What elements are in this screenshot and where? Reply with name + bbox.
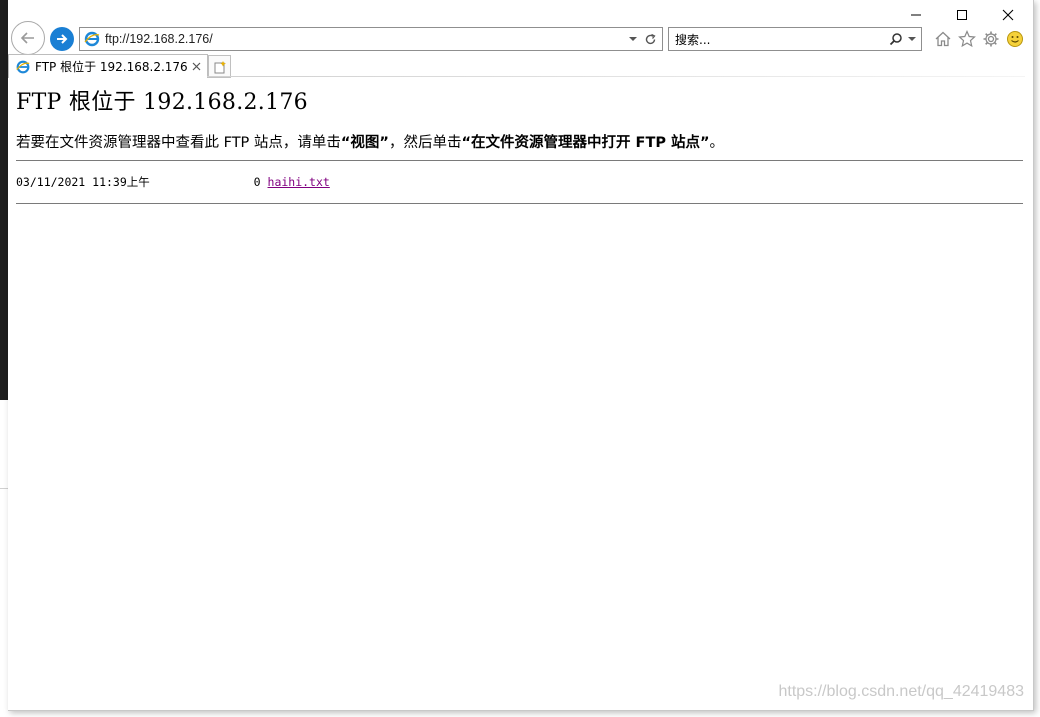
- search-box[interactable]: 搜索...: [668, 27, 922, 51]
- background-divider: [0, 488, 8, 489]
- instruction-text: 若要在文件资源管理器中查看此 FTP 站点，请单击“视图”，然后单击“在文件资源…: [16, 131, 724, 152]
- maximize-icon: [957, 10, 967, 20]
- star-icon: [958, 30, 976, 48]
- new-tab-icon: [214, 60, 226, 73]
- tab-title: FTP 根位于 192.168.2.176: [35, 60, 188, 74]
- watermark-text: https://blog.csdn.net/qq_42419483: [778, 683, 1024, 700]
- new-tab-button[interactable]: [208, 55, 231, 78]
- home-button[interactable]: [932, 28, 954, 50]
- bottom-divider: [16, 203, 1023, 204]
- file-link[interactable]: haihi.txt: [268, 175, 330, 189]
- ie-tab-icon: [16, 60, 30, 73]
- minimize-icon: [911, 14, 921, 16]
- search-input[interactable]: 搜索...: [675, 31, 887, 48]
- instruction-view-label: “视图”: [340, 135, 389, 151]
- instruction-middle: ，然后单击: [388, 135, 462, 151]
- close-button[interactable]: [985, 0, 1031, 30]
- back-button[interactable]: [11, 21, 45, 55]
- address-text[interactable]: ftp://192.168.2.176/: [105, 32, 626, 46]
- search-dropdown-icon[interactable]: [905, 36, 919, 42]
- page-title: FTP 根位于 192.168.2.176: [16, 90, 308, 115]
- minimize-button[interactable]: [893, 0, 939, 30]
- tab-strip-divider: [207, 76, 1025, 77]
- gear-icon: [983, 31, 999, 47]
- tools-button[interactable]: [980, 28, 1002, 50]
- address-bar[interactable]: ftp://192.168.2.176/: [79, 27, 663, 51]
- browser-chrome: ftp://192.168.2.176/ 搜索... FTP 根位于 192.1…: [8, 0, 1033, 78]
- browser-window: ftp://192.168.2.176/ 搜索... FTP 根位于 192.1…: [8, 0, 1034, 711]
- ie-page-icon: [84, 31, 100, 47]
- background-terminal: [0, 0, 8, 400]
- instruction-prefix: 若要在文件资源管理器中查看此 FTP 站点，请单击: [16, 135, 341, 151]
- search-icon[interactable]: [887, 32, 905, 46]
- file-date: 03/11/2021 11:39上午: [16, 175, 150, 189]
- file-listing: 03/11/2021 11:39上午 0 haihi.txt: [16, 174, 330, 190]
- instruction-open-label: “在文件资源管理器中打开 FTP 站点”: [461, 135, 710, 151]
- smiley-icon: [1007, 31, 1023, 47]
- instruction-suffix: 。: [709, 135, 725, 151]
- tab-ftp[interactable]: FTP 根位于 192.168.2.176: [8, 54, 208, 78]
- maximize-button[interactable]: [939, 0, 985, 30]
- feedback-button[interactable]: [1004, 28, 1026, 50]
- file-size: 0: [253, 175, 261, 189]
- close-icon: [1002, 9, 1014, 21]
- refresh-icon[interactable]: [640, 33, 660, 46]
- address-dropdown-icon[interactable]: [626, 36, 640, 42]
- forward-arrow-icon: [57, 34, 68, 44]
- forward-button[interactable]: [50, 27, 74, 51]
- top-divider: [16, 160, 1023, 161]
- favorites-button[interactable]: [956, 28, 978, 50]
- back-arrow-icon: [20, 32, 34, 44]
- home-icon: [935, 31, 951, 47]
- tab-close-icon[interactable]: [189, 60, 203, 74]
